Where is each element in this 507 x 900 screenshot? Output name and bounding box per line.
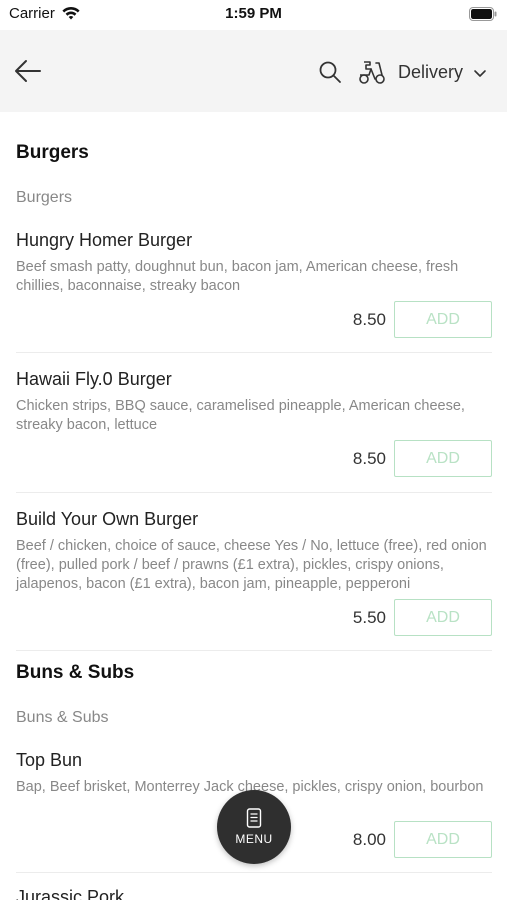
arrow-left-icon (15, 60, 41, 82)
add-button[interactable]: ADD (394, 301, 492, 338)
back-button[interactable] (12, 56, 44, 86)
battery-icon (469, 7, 497, 26)
menu-item: Jurassic Pork (16, 887, 492, 900)
price-row: 8.50 ADD (353, 301, 492, 338)
divider (16, 872, 492, 873)
add-button[interactable]: ADD (394, 821, 492, 858)
search-button[interactable] (318, 60, 342, 84)
delivery-mode-dropdown[interactable]: Delivery (358, 56, 487, 88)
phone-menu-icon (246, 808, 262, 828)
status-bar: Carrier 1:59 PM (0, 0, 507, 30)
section-title: Burgers (16, 142, 89, 163)
menu-list[interactable]: Burgers Burgers Hungry Homer Burger Beef… (0, 112, 507, 900)
add-button[interactable]: ADD (394, 599, 492, 636)
divider (16, 650, 492, 651)
add-button[interactable]: ADD (394, 440, 492, 477)
item-price: 8.00 (352, 829, 386, 849)
item-price: 8.50 (352, 309, 386, 329)
item-description: Beef smash patty, doughnut bun, bacon ja… (16, 259, 459, 294)
item-price: 5.50 (352, 607, 386, 627)
subsection-title: Burgers (16, 189, 73, 206)
menu-item: Hungry Homer Burger Beef smash patty, do… (16, 230, 492, 340)
item-description: Chicken strips, BBQ sauce, caramelised p… (16, 398, 465, 433)
menu-item: Hawaii Fly.0 Burger Chicken strips, BBQ … (16, 369, 492, 479)
item-name: Jurassic Pork (16, 887, 125, 900)
item-description: Beef / chicken, choice of sauce, cheese … (16, 538, 487, 592)
item-name: Top Bun (16, 750, 83, 770)
scooter-icon (359, 61, 385, 84)
menu-item: Build Your Own Burger Beef / chicken, ch… (16, 509, 492, 639)
menu-fab-label: MENU (235, 832, 273, 846)
divider (16, 352, 492, 353)
item-price: 8.50 (352, 448, 386, 468)
divider (16, 492, 492, 493)
header-bar: Delivery (0, 30, 507, 112)
status-time: 1:59 PM (225, 5, 282, 22)
section-title: Buns & Subs (16, 662, 135, 683)
subsection-title: Buns & Subs (16, 709, 109, 726)
delivery-label: Delivery (398, 61, 464, 82)
search-icon (319, 61, 341, 83)
price-row: 8.00 ADD (353, 821, 492, 858)
price-row: 8.50 ADD (353, 440, 492, 477)
menu-fab-button[interactable]: MENU (217, 790, 291, 864)
item-name: Hungry Homer Burger (16, 230, 193, 250)
item-name: Build Your Own Burger (16, 509, 199, 529)
item-name: Hawaii Fly.0 Burger (16, 369, 172, 389)
chevron-down-icon (474, 69, 486, 77)
price-row: 5.50 ADD (353, 599, 492, 636)
